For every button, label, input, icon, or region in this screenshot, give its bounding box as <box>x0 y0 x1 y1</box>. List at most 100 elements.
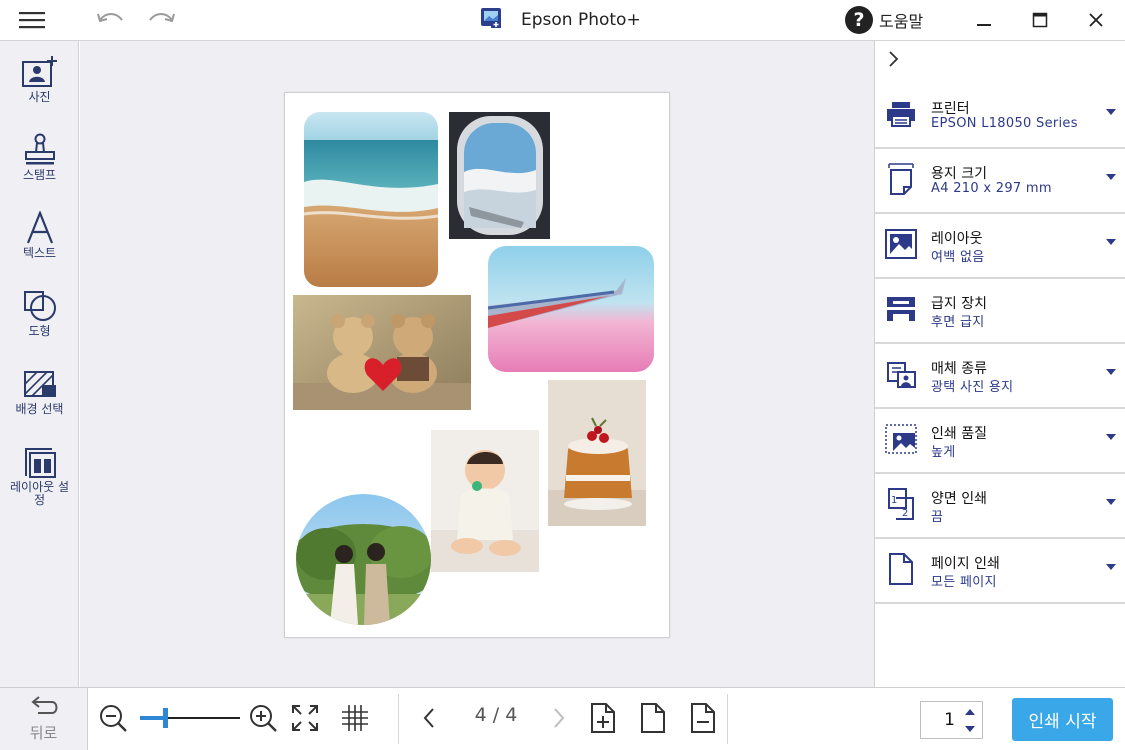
setting-value: 끔 <box>931 510 944 525</box>
setting-duplex[interactable]: 12 양면 인쇄 끔 <box>875 474 1125 539</box>
delete-page-icon[interactable] <box>687 702 719 734</box>
tool-label: 도형 <box>28 324 51 338</box>
left-toolbar: 사진 스탬프 텍스트 도형 배경 선택 레이아웃 설정 <box>0 41 79 687</box>
add-photo-icon <box>21 51 59 89</box>
layout-icon <box>22 441 58 479</box>
increment-arrow-icon[interactable] <box>965 709 975 715</box>
setting-value: 모든 페이지 <box>931 575 997 590</box>
couple-photo[interactable] <box>296 494 431 625</box>
setting-layout[interactable]: 레이아웃 여백 없음 <box>875 214 1125 279</box>
tool-shape[interactable]: 도형 <box>0 285 79 338</box>
chevron-right-icon[interactable] <box>883 49 903 69</box>
baby-photo[interactable] <box>431 430 539 572</box>
redo-icon[interactable] <box>144 0 178 40</box>
tool-label: 레이아웃 설정 <box>9 480 69 507</box>
dropdown-arrow-icon <box>1106 499 1116 505</box>
setting-value: 후면 급지 <box>931 315 985 330</box>
duplicate-page-icon[interactable] <box>637 702 669 734</box>
tool-label: 텍스트 <box>22 246 57 260</box>
bottom-bar: 뒤로 4 / 4 1 인쇄 시작 <box>0 687 1125 750</box>
setting-title: 페이지 인쇄 <box>931 556 1000 572</box>
tool-background[interactable]: 배경 선택 <box>0 363 79 416</box>
tool-label: 사진 <box>28 90 51 104</box>
page-indicator: 4 / 4 <box>474 704 518 726</box>
paper-source-icon <box>885 293 917 325</box>
zoom-slider-thumb[interactable] <box>163 708 168 728</box>
dropdown-arrow-icon <box>1106 369 1116 375</box>
setting-media-type[interactable]: 매체 종류 광택 사진 용지 <box>875 344 1125 409</box>
zoom-in-icon[interactable] <box>247 702 279 734</box>
setting-title: 레이아웃 <box>931 231 983 247</box>
hamburger-icon[interactable] <box>14 0 50 40</box>
setting-title: 프린터 <box>931 101 970 117</box>
tool-stamp[interactable]: 스탬프 <box>0 129 79 182</box>
tool-label: 배경 선택 <box>15 402 64 416</box>
printer-icon <box>885 98 917 130</box>
title-bar: Epson Photo+ ? 도움말 <box>0 0 1125 41</box>
toolbar-divider <box>398 694 399 744</box>
paper-size-icon <box>885 163 917 195</box>
setting-title: 매체 종류 <box>931 361 987 377</box>
back-label: 뒤로 <box>29 724 58 742</box>
app-logo-icon <box>480 7 502 34</box>
print-quality-icon <box>885 423 917 455</box>
help-button[interactable]: ? 도움말 <box>845 0 923 40</box>
tool-photo[interactable]: 사진 <box>0 51 79 104</box>
media-type-icon <box>885 358 917 390</box>
dropdown-arrow-icon <box>1106 109 1116 115</box>
fit-screen-icon[interactable] <box>289 702 321 734</box>
copies-stepper[interactable]: 1 <box>920 701 983 739</box>
print-start-button[interactable]: 인쇄 시작 <box>1012 698 1113 741</box>
setting-value: 높게 <box>931 445 956 460</box>
setting-value: 광택 사진 용지 <box>931 380 1014 395</box>
maximize-icon[interactable] <box>1022 0 1058 40</box>
setting-value: EPSON L18050 Series <box>931 116 1078 131</box>
cake-photo[interactable] <box>548 380 646 526</box>
setting-printer[interactable]: 프린터 EPSON L18050 Series <box>875 84 1125 149</box>
help-label: 도움말 <box>879 12 924 31</box>
stamp-icon <box>23 129 57 167</box>
previous-page-icon[interactable] <box>414 702 446 734</box>
airplane-wing-photo[interactable] <box>488 246 654 372</box>
back-button[interactable]: 뒤로 <box>0 688 88 750</box>
setting-title: 인쇄 품질 <box>931 426 987 442</box>
svg-text:1: 1 <box>891 495 897 506</box>
background-icon <box>22 363 58 401</box>
setting-paper-size[interactable]: 용지 크기 A4 210 x 297 mm <box>875 149 1125 214</box>
tool-text[interactable]: 텍스트 <box>0 207 79 260</box>
dropdown-arrow-icon <box>1106 434 1116 440</box>
setting-title: 용지 크기 <box>931 166 987 182</box>
tool-label: 스탬프 <box>22 168 57 182</box>
back-arrow-icon <box>28 696 60 720</box>
app-title: Epson Photo+ <box>521 10 641 30</box>
window-title: Epson Photo+ <box>480 0 641 40</box>
add-page-icon[interactable] <box>587 702 619 734</box>
text-icon <box>25 207 55 245</box>
tool-layout[interactable]: 레이아웃 설정 <box>0 441 79 507</box>
help-icon: ? <box>845 6 873 34</box>
beach-photo[interactable] <box>304 112 438 287</box>
copies-value[interactable]: 1 <box>921 702 959 738</box>
zoom-out-icon[interactable] <box>97 702 129 734</box>
setting-paper-source: 급지 장치 후면 급지 <box>875 279 1125 344</box>
airplane-window-photo[interactable] <box>449 112 550 239</box>
setting-print-quality[interactable]: 인쇄 품질 높게 <box>875 409 1125 474</box>
print-canvas <box>80 41 874 687</box>
layout-image-icon <box>885 228 917 260</box>
duplex-icon: 12 <box>885 488 917 520</box>
app-window: Epson Photo+ ? 도움말 사진 스탬프 텍스트 도형 배경 선택 레… <box>0 0 1125 750</box>
print-settings-panel: 프린터 EPSON L18050 Series 용지 크기 A4 210 x 2… <box>874 41 1125 687</box>
zoom-slider[interactable] <box>140 708 240 728</box>
paper-page[interactable] <box>284 92 670 638</box>
teddy-bears-photo[interactable] <box>293 295 471 410</box>
setting-page-print[interactable]: 페이지 인쇄 모든 페이지 <box>875 539 1125 604</box>
close-icon[interactable] <box>1078 0 1114 40</box>
grid-icon[interactable] <box>339 702 371 734</box>
dropdown-arrow-icon <box>1106 239 1116 245</box>
setting-value: 여백 없음 <box>931 250 985 265</box>
dropdown-arrow-icon <box>1106 564 1116 570</box>
undo-icon[interactable] <box>94 0 128 40</box>
decrement-arrow-icon[interactable] <box>965 726 975 732</box>
dropdown-arrow-icon <box>1106 174 1116 180</box>
minimize-icon[interactable] <box>966 0 1002 40</box>
